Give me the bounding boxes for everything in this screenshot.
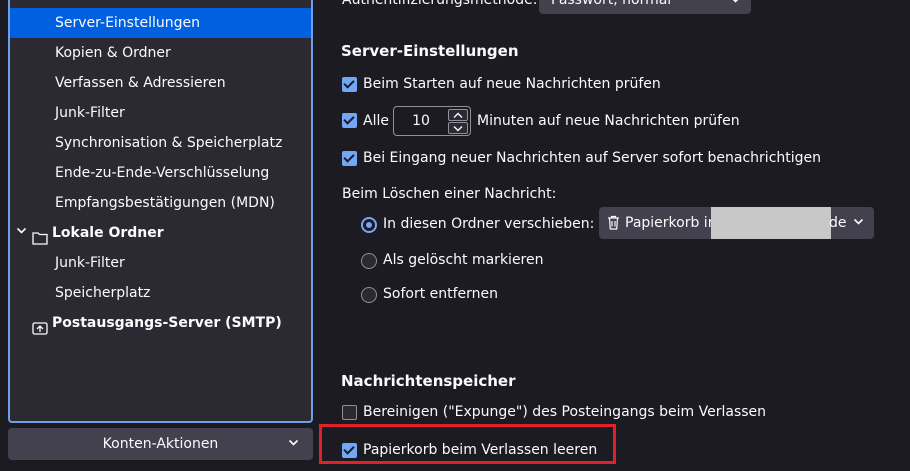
trash-folder-value-tail: de [829, 215, 847, 231]
sidebar-item-label: Junk-Filter [55, 255, 125, 271]
sidebar-item-composition[interactable]: Verfassen & Adressieren [10, 68, 311, 98]
expunge-inbox-label: Bereinigen ("Expunge") des Posteingangs … [363, 404, 767, 420]
auth-method-value: Passwort, normal [551, 0, 672, 8]
check-interval-value: 10 [412, 113, 430, 129]
sidebar-item-server-settings[interactable]: Server-Einstellungen [10, 8, 311, 38]
remove-immediately-radio[interactable] [361, 287, 377, 303]
notify-new-checkbox[interactable] [342, 151, 357, 166]
auth-method-select[interactable]: Passwort, normal [539, 0, 751, 14]
sidebar-item-sync-storage[interactable]: Synchronisation & Speicherplatz [10, 128, 311, 158]
move-to-folder-label: In diesen Ordner verschieben: [383, 216, 595, 232]
sidebar-item-label: Empfangsbestätigungen (MDN) [55, 195, 275, 211]
redacted-account-name [711, 207, 831, 239]
mark-deleted-label: Als gelöscht markieren [383, 252, 544, 268]
settings-pane: Authentifizierungsmethode: Passwort, nor… [318, 0, 910, 471]
check-every-suffix: Minuten auf neue Nachrichten prüfen [477, 113, 740, 129]
sidebar-account-label: Lokale Ordner [52, 225, 164, 241]
sidebar-item-e2e-encryption[interactable]: Ende-zu-Ende-Verschlüsselung [10, 158, 311, 188]
chevron-down-icon[interactable] [16, 218, 28, 248]
sidebar-item-label: Speicherplatz [55, 285, 151, 301]
spin-down-button[interactable] [448, 122, 468, 134]
expunge-inbox-checkbox[interactable] [342, 405, 357, 420]
folder-icon [32, 226, 48, 245]
auth-method-label: Authentifizierungsmethode: [342, 0, 538, 8]
sidebar-item-local-storage[interactable]: Speicherplatz [10, 278, 311, 308]
spin-up-button[interactable] [448, 109, 468, 121]
sidebar-item-label: Synchronisation & Speicherplatz [55, 135, 283, 151]
on-delete-label: Beim Löschen einer Nachricht: [342, 186, 557, 202]
section-title-server-settings: Server-Einstellungen [341, 42, 519, 60]
check-interval-input[interactable]: 10 [393, 106, 471, 136]
sidebar-item-label: Verfassen & Adressieren [55, 75, 226, 91]
sidebar-item-smtp[interactable]: Postausgangs-Server (SMTP) [10, 308, 311, 338]
notify-new-label: Bei Eingang neuer Nachrichten auf Server… [363, 150, 822, 166]
sidebar-item-label: Kopien & Ordner [55, 45, 171, 61]
remove-immediately-label: Sofort entfernen [383, 286, 499, 302]
chevron-down-icon [853, 216, 864, 230]
outgoing-server-icon [32, 316, 48, 335]
sidebar-item-copies-folders[interactable]: Kopien & Ordner [10, 38, 311, 68]
annotation-highlight-box [319, 424, 616, 464]
trash-icon [607, 215, 620, 234]
sidebar-smtp-label: Postausgangs-Server (SMTP) [52, 315, 282, 331]
chevron-down-icon [288, 428, 299, 460]
sidebar-item-label: Ende-zu-Ende-Verschlüsselung [55, 165, 270, 181]
check-on-start-checkbox[interactable] [342, 77, 357, 92]
check-every-prefix: Alle [363, 113, 389, 129]
trash-folder-select[interactable]: Papierkorb in de [599, 207, 874, 239]
sidebar-item-label: Server-Einstellungen [55, 15, 200, 31]
sidebar-account-local-folders[interactable]: Lokale Ordner [10, 218, 311, 248]
trash-folder-value: Papierkorb in [625, 215, 717, 231]
check-on-start-label: Beim Starten auf neue Nachrichten prüfen [363, 76, 661, 92]
sidebar-item-label: Junk-Filter [55, 105, 125, 121]
account-actions-button[interactable]: Konten-Aktionen [8, 428, 313, 460]
check-every-checkbox[interactable] [342, 113, 357, 128]
move-to-folder-radio[interactable] [361, 217, 377, 233]
account-tree[interactable]: Server-Einstellungen Kopien & Ordner Ver… [8, 0, 313, 423]
sidebar-item-junk-filter[interactable]: Junk-Filter [10, 98, 311, 128]
account-actions-label: Konten-Aktionen [102, 436, 219, 452]
section-title-message-storage: Nachrichtenspeicher [341, 372, 516, 390]
sidebar-item-local-junk-filter[interactable]: Junk-Filter [10, 248, 311, 278]
sidebar-item-return-receipts[interactable]: Empfangsbestätigungen (MDN) [10, 188, 311, 218]
mark-deleted-radio[interactable] [361, 253, 377, 269]
chevron-down-icon [730, 0, 741, 8]
